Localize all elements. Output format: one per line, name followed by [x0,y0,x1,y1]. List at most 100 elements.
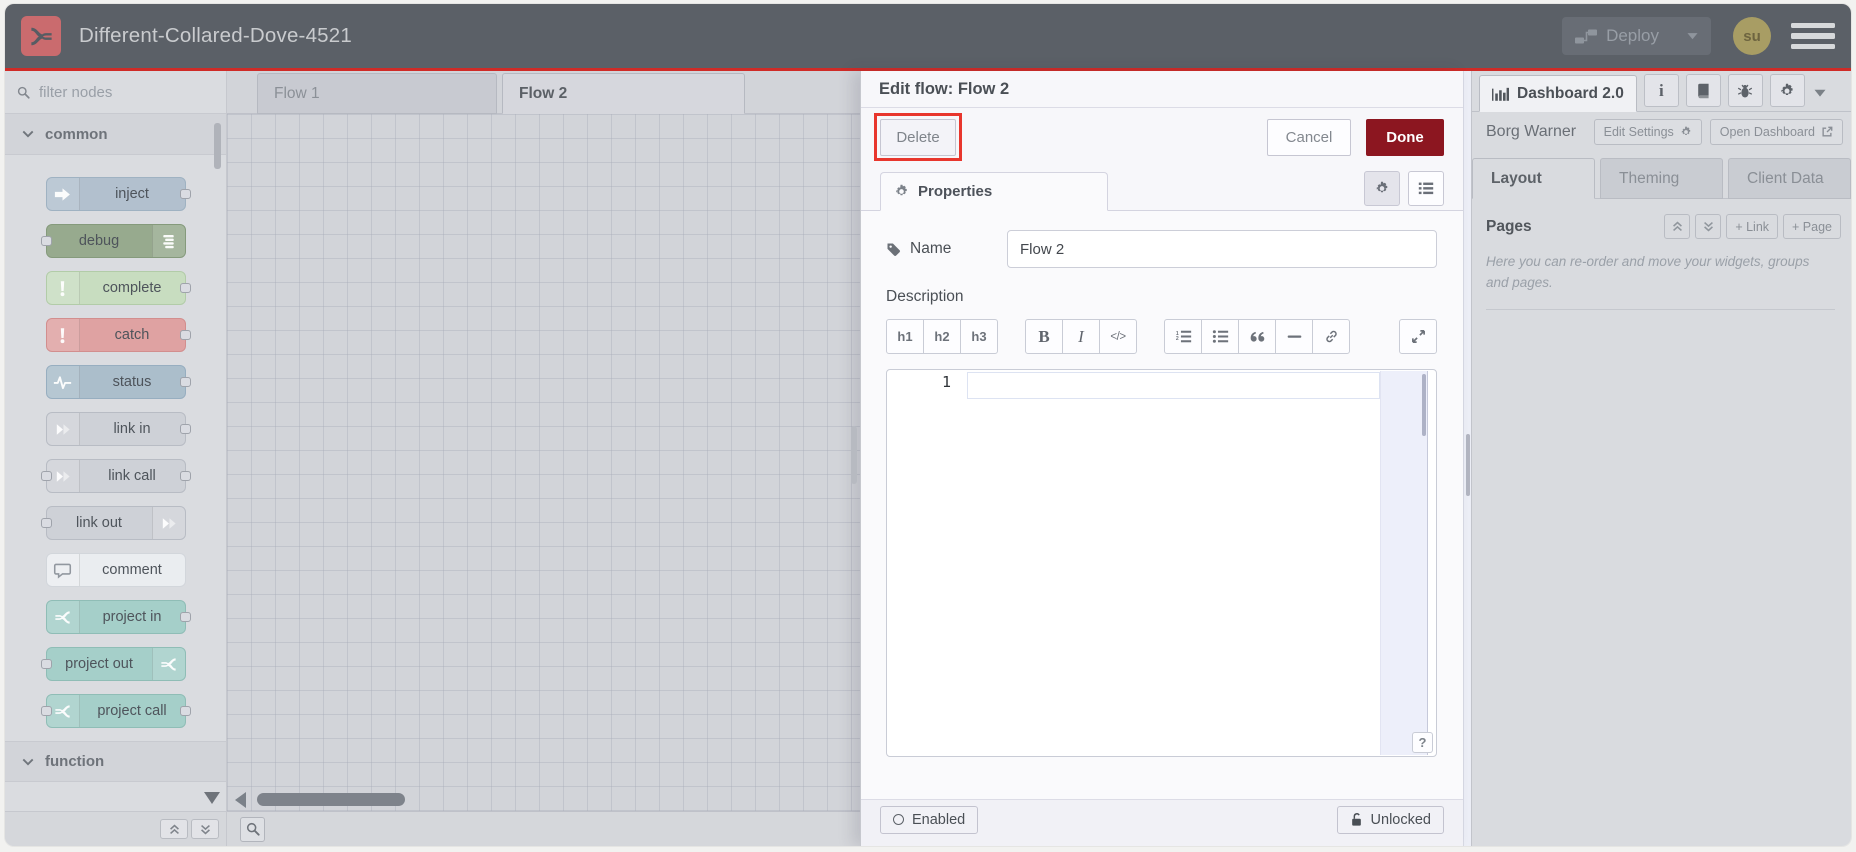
chevron-double-up-icon [1672,221,1683,232]
palette-node-comment[interactable]: comment [45,553,186,587]
book-icon [1695,83,1711,99]
heading3-button[interactable]: h3 [960,319,998,354]
palette-node-project-in[interactable]: project in [45,600,191,634]
code-button[interactable]: </> [1099,319,1137,354]
sidebar-tabbar: Dashboard 2.0 i [1472,71,1851,112]
canvas-search-button[interactable] [240,816,265,842]
tray-resize-handle[interactable] [851,426,857,484]
palette-node-label: inject [115,186,149,202]
main-menu-button[interactable] [1791,18,1835,55]
deploy-icon [1575,29,1598,44]
palette-node-link-in[interactable]: link in [45,412,191,446]
palette-scrollbar[interactable] [214,123,221,169]
palette-filter[interactable] [5,71,226,114]
add-page-button[interactable]: + Page [1783,214,1841,239]
h-scrollbar-thumb[interactable] [257,793,405,806]
gear-icon [894,184,909,199]
blockquote-button[interactable] [1238,319,1276,354]
deploy-button[interactable]: Deploy [1562,17,1711,55]
expand-pages-button[interactable] [1695,214,1722,239]
editor-help-button[interactable]: ? [1412,732,1433,753]
locked-toggle-button[interactable]: Unlocked [1336,805,1444,834]
palette-node-list: inject debug complete catch status link in lin… [5,155,226,741]
cancel-button[interactable]: Cancel [1267,119,1351,156]
deploy-options-caret-icon[interactable] [1687,32,1698,40]
edit-properties-button[interactable] [1364,171,1400,206]
deploy-label: Deploy [1606,26,1659,45]
tab-layout[interactable]: Layout [1472,158,1595,199]
book-sidebar-button[interactable] [1685,74,1721,107]
description-editor[interactable]: 1 ? [886,369,1437,757]
heading1-button[interactable]: h1 [886,319,924,354]
workspace-v-scrollbar[interactable] [1463,71,1471,846]
palette-node-project-call[interactable]: project call [40,694,191,728]
gear-sidebar-button[interactable] [1769,74,1805,107]
editor-line-number: 1 [941,373,951,391]
palette-category-function[interactable]: function [5,741,226,782]
flow-name-input[interactable] [1007,230,1437,268]
palette-node-status[interactable]: status [45,365,191,399]
delete-button[interactable]: Delete [880,119,956,156]
tab-properties[interactable]: Properties [880,172,1108,211]
enabled-toggle-button[interactable]: Enabled [880,805,979,834]
tab-client-data[interactable]: Client Data [1728,158,1851,199]
tray-body: Name Description h1h2h3BI</>12 1 ? [861,211,1463,799]
unlocked-label: Unlocked [1370,811,1431,828]
info-sidebar-button[interactable]: i [1643,74,1679,107]
palette-node-link-out[interactable]: link out [40,506,186,540]
external-link-icon [1821,126,1833,138]
pages-heading: Pages [1486,217,1532,235]
sidebar-subtabs: Layout Theming Client Data [1472,155,1851,199]
unordered-list-button[interactable] [1201,319,1239,354]
canvas-grid[interactable] [227,114,860,811]
ordered-list-button[interactable]: 12 [1164,319,1202,354]
heading2-button[interactable]: h2 [923,319,961,354]
gear-icon [1680,126,1692,138]
palette-category-common[interactable]: common [5,114,226,155]
open-dashboard-button[interactable]: Open Dashboard [1709,119,1843,145]
palette-node-catch[interactable]: catch [45,318,191,352]
collapse-pages-button[interactable] [1664,214,1691,239]
instance-name: Borg Warner [1486,123,1577,140]
v-scrollbar-thumb[interactable] [1465,434,1470,496]
svg-text:2: 2 [1175,336,1178,342]
node-palette: common inject debug complete catch status lin… [5,71,227,846]
horizontal-rule-button[interactable] [1275,319,1313,354]
palette-expand-all-button[interactable] [191,819,219,839]
sidebar-menu-caret-icon[interactable] [1814,89,1826,97]
bug-sidebar-button[interactable] [1727,74,1763,107]
tab-flow-2[interactable]: Flow 2 [502,73,745,114]
user-avatar[interactable]: su [1733,17,1771,55]
palette-node-project-out[interactable]: project out [40,647,186,681]
description-label: Description [886,288,964,305]
bold-button[interactable]: B [1025,319,1063,354]
palette-filter-input[interactable] [37,82,187,102]
tab-theming[interactable]: Theming [1600,158,1723,199]
canvas-h-scrollbar[interactable] [235,791,405,808]
insert-link-button[interactable] [1312,319,1350,354]
expand-editor-button[interactable] [1399,319,1437,354]
palette-collapse-all-button[interactable] [160,819,188,839]
editor-scroll-track[interactable] [1380,371,1428,755]
tab-dashboard-2[interactable]: Dashboard 2.0 [1479,75,1637,112]
done-button[interactable]: Done [1366,119,1444,156]
palette-node-label: complete [102,280,162,296]
palette-node-debug[interactable]: debug [40,224,186,258]
search-icon [17,86,30,99]
flow-canvas[interactable]: Flow 1 Flow 2 [227,71,860,846]
scroll-left-arrow-icon[interactable] [235,791,246,808]
edit-description-button[interactable] [1408,171,1444,206]
tab-flow-1[interactable]: Flow 1 [257,73,497,114]
add-link-button[interactable]: + Link [1726,214,1779,239]
instance-row: Borg Warner Edit Settings Open Dashboard [1472,112,1851,152]
editor-scrollbar-thumb[interactable] [1422,374,1426,436]
palette-node-link-call[interactable]: link call [40,459,191,493]
right-sidebar: Dashboard 2.0 i Borg Warner Edit Setting… [1471,71,1851,846]
workspace-tabbar: Flow 1 Flow 2 [227,71,860,114]
tag-icon [886,242,901,257]
italic-button[interactable]: I [1062,319,1100,354]
palette-node-inject[interactable]: inject [45,177,191,211]
palette-node-complete[interactable]: complete [45,271,191,305]
edit-settings-button[interactable]: Edit Settings [1593,119,1702,145]
status-circle-icon [893,814,904,825]
